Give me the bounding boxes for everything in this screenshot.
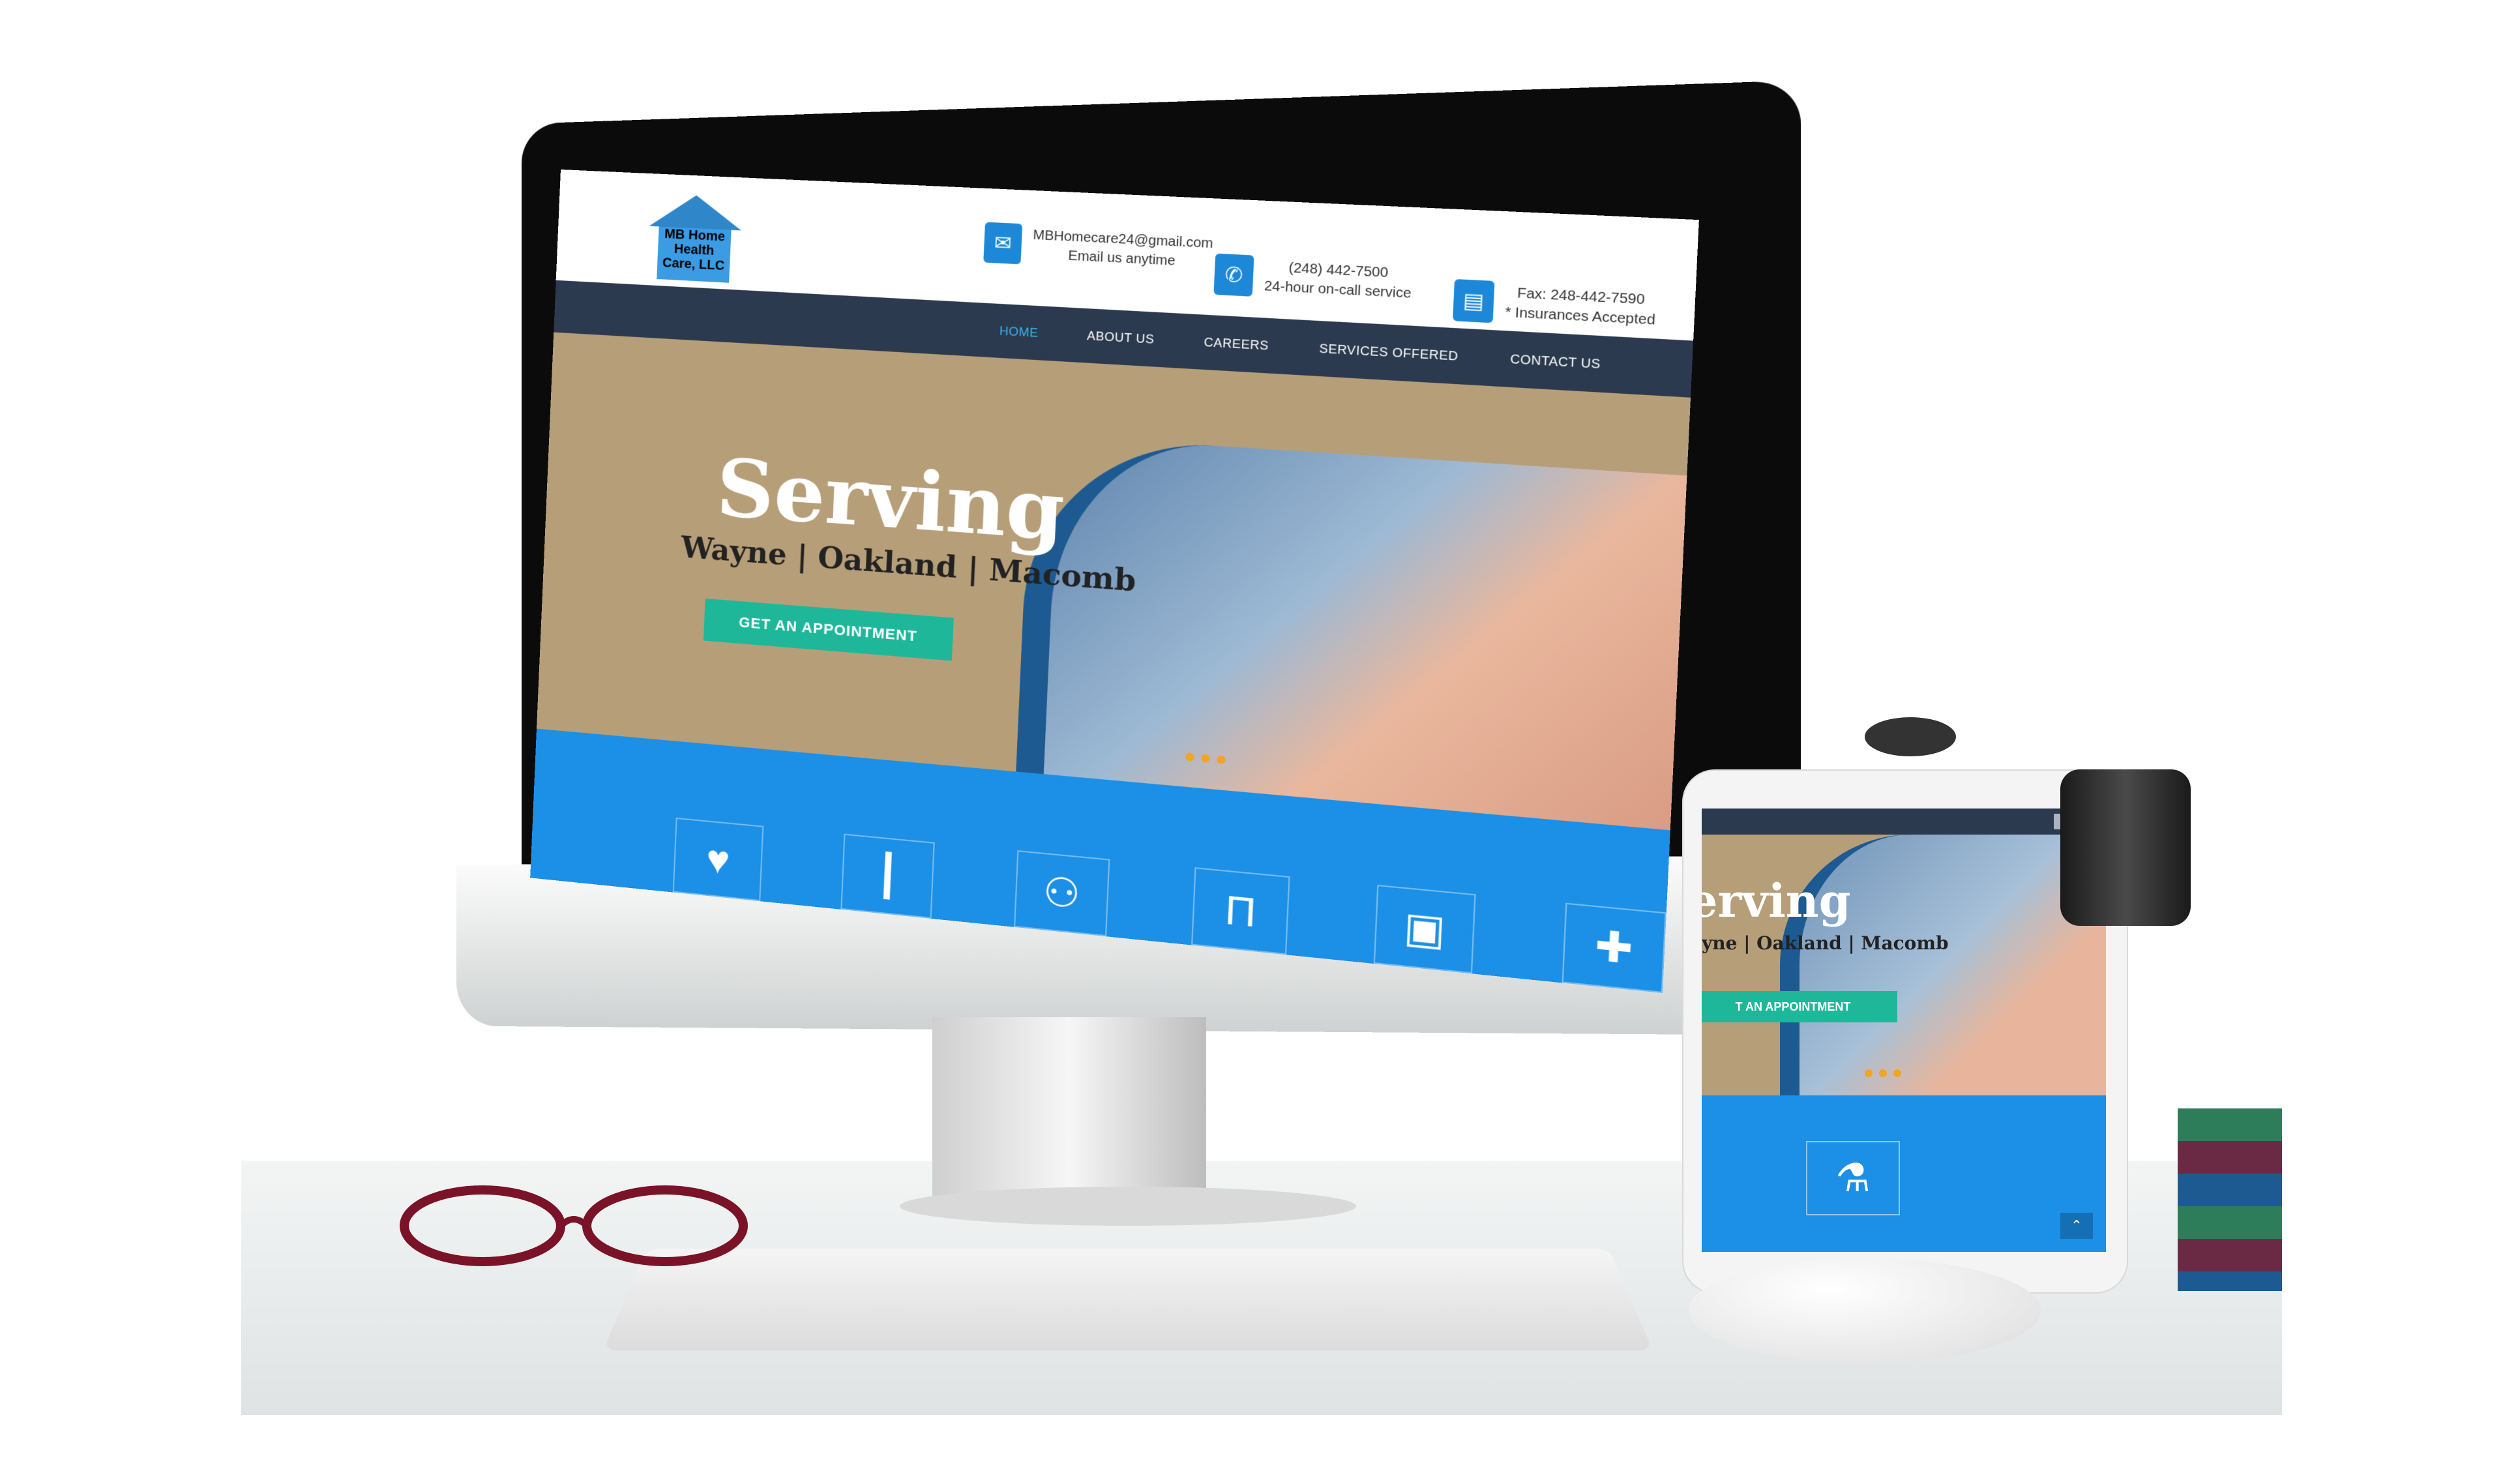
slider-dot[interactable] [1185,752,1194,762]
tablet-appointment-button[interactable]: T AN APPOINTMENT [1702,991,1897,1022]
desktop-website: MB Home Health Care, LLC ✉ MBHomecare24@… [530,170,1699,993]
book-stack [2178,1108,2282,1291]
nav-about-us[interactable]: ABOUT US [1087,329,1155,347]
tablet-hero-title: erving [1702,874,1851,928]
slider-dot[interactable] [1217,755,1226,764]
pill-icon[interactable]: Π [1191,867,1290,955]
contact-email[interactable]: ✉ MBHomecare24@gmail.com Email us anytim… [983,222,1213,274]
slider-dot[interactable] [1879,1069,1887,1077]
envelope-icon: ✉ [983,222,1022,265]
nav-contact-us[interactable]: CONTACT US [1510,351,1601,371]
logo-text: MB Home Health Care, LLC [657,226,731,282]
nav-careers[interactable]: CAREERS [1204,335,1269,353]
tablet-hero-subtitle: yne | Oakland | Macomb [1702,932,1949,955]
camera-lens [2060,769,2191,926]
monitor-stand [932,1017,1206,1206]
heart-icon[interactable]: ♥ [673,818,764,901]
eyeglasses [385,1174,802,1291]
tablet-slider-dots [1865,1069,1901,1077]
slider-dot[interactable] [1893,1069,1901,1077]
get-appointment-button[interactable]: GET AN APPOINTMENT [704,599,954,661]
flask-icon[interactable]: ⚗ [1806,1141,1900,1215]
monitor-foot [900,1187,1356,1226]
family-icon[interactable]: ⚇ [1014,850,1110,936]
up-arrow-icon[interactable]: ⌃ [2060,1213,2093,1239]
briefcase-icon[interactable]: ▣ [1374,885,1475,973]
nav-home[interactable]: HOME [999,324,1038,340]
hospital-icon[interactable]: ✚ [1562,903,1666,994]
fax-icon: ▤ [1453,279,1494,323]
contact-phone[interactable]: ✆ (248) 442-7500 24-hour on-call service [1213,254,1412,305]
plant-pot [1865,717,1956,756]
slider-dot[interactable] [1865,1069,1873,1077]
nav-services-offered[interactable]: SERVICES OFFERED [1319,341,1459,363]
tablet-website: erving yne | Oakland | Macomb T AN APPOI… [1702,809,2106,1252]
tablet-hero: erving yne | Oakland | Macomb T AN APPOI… [1702,835,2106,1095]
logo-roof-icon [649,193,743,230]
slider-dot[interactable] [1201,754,1210,763]
hero-holding-hands-image [1014,434,1687,830]
contact-fax[interactable]: ▤ Fax: 248-442-7590 * Insurances Accepte… [1453,279,1657,332]
site-logo[interactable]: MB Home Health Care, LLC [647,193,743,283]
tablet-services-strip: ⚗ ⌃ [1702,1095,2106,1252]
cane-icon[interactable]: ┃ [841,834,935,919]
tablet-nav-bar [1702,809,2106,835]
phone-icon: ✆ [1213,254,1254,297]
mouse [1689,1258,2041,1363]
